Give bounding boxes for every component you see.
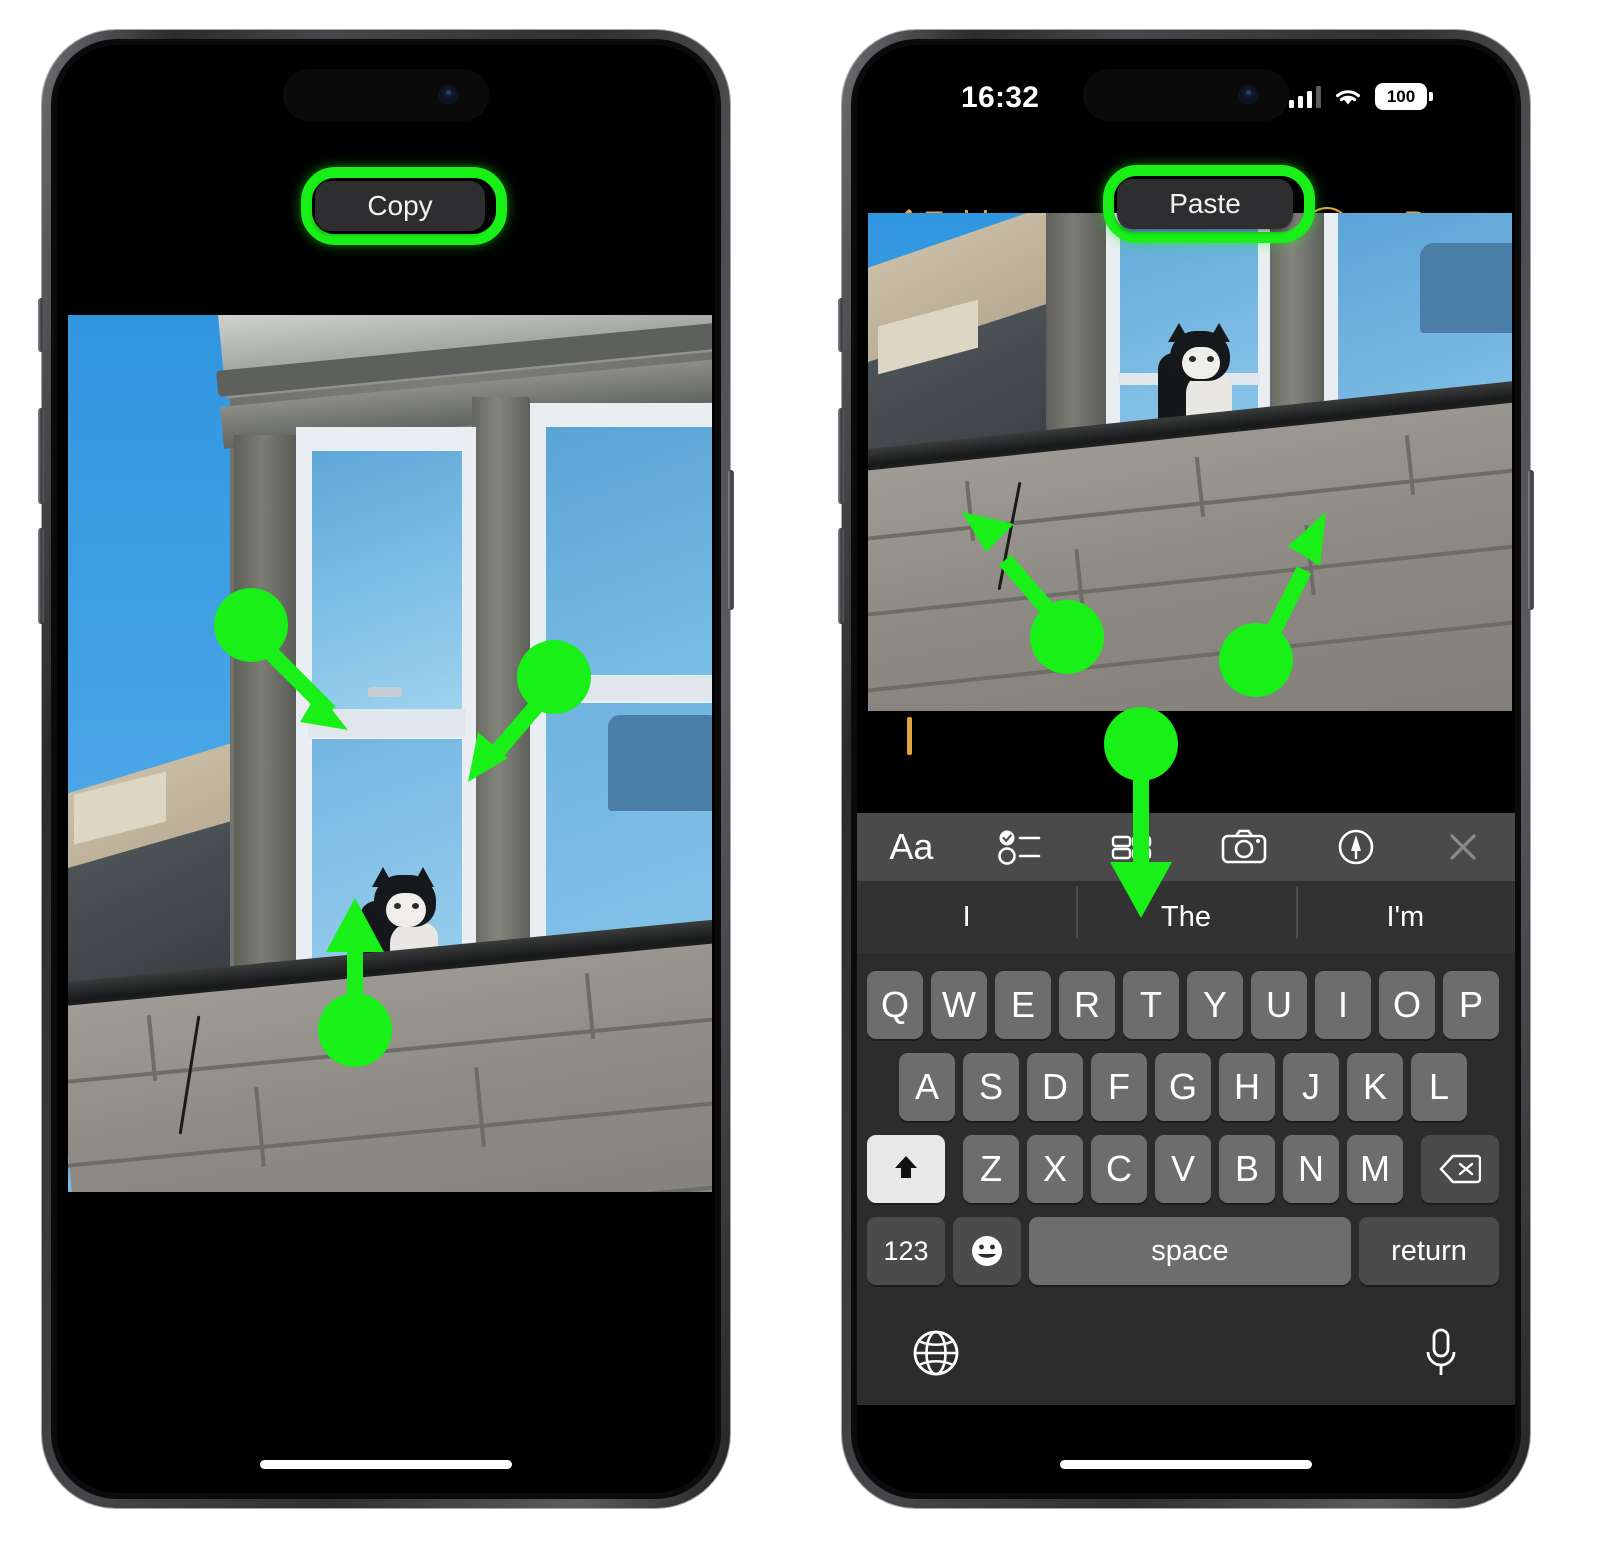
battery-icon: 100 [1375,83,1433,110]
window-left-sash-bar [308,709,466,737]
key-y[interactable]: Y [1187,971,1243,1039]
cat-face [1182,347,1220,379]
key-q[interactable]: Q [867,971,923,1039]
status-time: 16:32 [961,81,1040,114]
space-key[interactable]: space [1029,1217,1351,1285]
left-phone-bezel: Copy [51,39,721,1499]
photo-cat-window-left[interactable] [68,315,712,1192]
home-indicator [260,1460,512,1469]
key-r[interactable]: R [1059,971,1115,1039]
shift-key[interactable] [867,1135,945,1203]
cat-eye-left [1189,356,1196,362]
close-icon[interactable] [1443,827,1483,867]
markup-pen-icon[interactable] [1334,827,1378,867]
emoji-key[interactable] [953,1217,1021,1285]
globe-icon[interactable] [909,1326,963,1380]
dynamic-island [283,69,489,121]
notes-format-toolbar: Aa [857,813,1515,881]
cat-face [386,893,426,927]
paste-button[interactable]: Paste [1117,179,1293,229]
key-i[interactable]: I [1315,971,1371,1039]
key-d[interactable]: D [1027,1053,1083,1121]
prediction-3[interactable]: I'm [1295,886,1515,939]
status-indicators: 100 [1288,83,1433,110]
checklist-icon[interactable] [998,827,1044,867]
status-bar: 16:32 100 [857,45,1515,131]
cat-eye-left [394,903,401,909]
key-u[interactable]: U [1251,971,1307,1039]
key-o[interactable]: O [1379,971,1435,1039]
key-l[interactable]: L [1411,1053,1467,1121]
cat-ear-left [372,867,394,887]
key-v[interactable]: V [1155,1135,1211,1203]
shift-arrow-icon [895,1156,917,1178]
cellular-signal-icon [1288,85,1321,108]
key-t[interactable]: T [1123,971,1179,1039]
backspace-key[interactable] [1421,1135,1499,1203]
wifi-icon [1336,89,1360,104]
key-p[interactable]: P [1443,971,1499,1039]
window-left-glass-top [312,451,462,711]
copy-button-label: Copy [367,190,433,221]
note-pasted-image[interactable] [868,213,1512,711]
left-phone-screen: Copy [57,45,715,1493]
key-f[interactable]: F [1091,1053,1147,1121]
key-k[interactable]: K [1347,1053,1403,1121]
right-phone-frame: 16:32 100 Folders [838,30,1534,1508]
cat-ear-right [1208,323,1230,342]
format-icon[interactable]: Aa [889,826,933,868]
keyboard-bottom-row [857,1317,1515,1389]
key-g[interactable]: G [1155,1053,1211,1121]
key-w[interactable]: W [931,971,987,1039]
volume-up-button[interactable] [38,408,44,504]
right-phone-screen: 16:32 100 Folders [857,45,1515,1493]
prediction-bar: I The I'm [857,881,1515,953]
battery-percent-label: 100 [1386,87,1416,106]
emoji-icon [972,1236,1002,1266]
microphone-icon[interactable] [1419,1325,1463,1381]
key-c[interactable]: C [1091,1135,1147,1203]
action-button[interactable] [838,298,844,352]
return-key[interactable]: return [1359,1217,1499,1285]
cat-ear-right [412,867,434,887]
action-button[interactable] [38,298,44,352]
left-phone-frame: Copy [38,30,734,1508]
paste-button-label: Paste [1169,188,1241,219]
front-camera-icon [440,86,457,103]
key-m[interactable]: M [1347,1135,1403,1203]
home-indicator [1060,1460,1312,1469]
prediction-2[interactable]: The [1076,886,1295,939]
right-phone-bezel: 16:32 100 Folders [851,39,1521,1499]
cat-eye-right [412,903,419,909]
copy-button[interactable]: Copy [315,181,485,231]
window-right-reflection [1420,243,1512,333]
key-x[interactable]: X [1027,1135,1083,1203]
camera-icon[interactable] [1219,827,1269,867]
key-s[interactable]: S [963,1053,1019,1121]
power-button[interactable] [728,470,734,610]
window-right-glass-top [546,427,712,677]
prediction-1[interactable]: I [857,901,1076,934]
key-e[interactable]: E [995,971,1051,1039]
volume-down-button[interactable] [838,528,844,624]
window-right-sash-bar [542,675,712,701]
volume-down-button[interactable] [38,528,44,624]
window-right-reflection [608,715,712,811]
key-j[interactable]: J [1283,1053,1339,1121]
key-n[interactable]: N [1283,1135,1339,1203]
cat-ear-left [1168,323,1190,342]
cat-eye-right [1207,356,1214,362]
key-z[interactable]: Z [963,1135,1019,1203]
numbers-key[interactable]: 123 [867,1217,945,1285]
backspace-icon [1439,1154,1481,1184]
power-button[interactable] [1528,470,1534,610]
note-text-cursor [907,717,912,755]
volume-up-button[interactable] [838,408,844,504]
key-b[interactable]: B [1219,1135,1275,1203]
key-a[interactable]: A [899,1053,955,1121]
window-latch [368,687,402,697]
table-icon[interactable] [1109,827,1155,867]
key-h[interactable]: H [1219,1053,1275,1121]
